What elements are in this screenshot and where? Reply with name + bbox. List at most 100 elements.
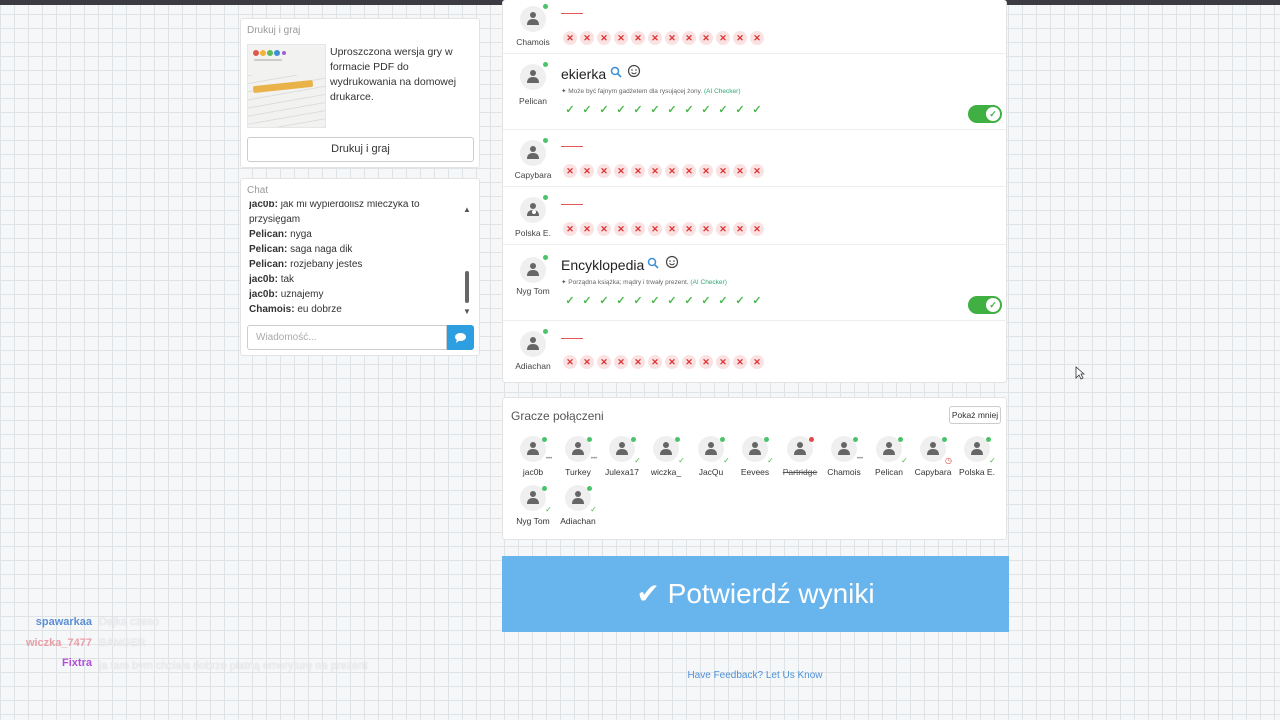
vote-marks: ✕ ✕ ✕ ✕ ✕ ✕ ✕ ✕ ✕ ✕ ✕ ✕ bbox=[563, 31, 764, 45]
answer-row: Nyg Tom Encyklopedia ✦ Porządna książka;… bbox=[503, 245, 1008, 321]
user-icon bbox=[838, 442, 850, 455]
ai-note: ✦ Porządna książka; mądry i trwały preze… bbox=[561, 279, 727, 286]
accept-toggle[interactable]: ✓ bbox=[968, 296, 1002, 314]
connected-player: Pelican ✓ bbox=[869, 436, 909, 486]
empty-answer-line bbox=[561, 146, 583, 147]
confirm-results-button[interactable]: ✔ Potwierdź wyniki bbox=[502, 556, 1009, 632]
avatar bbox=[520, 257, 546, 283]
status-dot bbox=[986, 437, 991, 442]
stream-chat-user: spawarkaa bbox=[35, 616, 92, 628]
answer-row: Pelican ekierka ✦ Może być fajnym gadżet… bbox=[503, 54, 1008, 130]
connected-player: wiczka_ ✓ bbox=[646, 436, 686, 486]
vote-marks: ✓ ✓ ✓ ✓ ✓ ✓ ✓ ✓ ✓ ✓ ✓ ✓ bbox=[565, 104, 762, 116]
answers-panel: Chamois ✕ ✕ ✕ ✕ ✕ ✕ ✕ ✕ ✕ ✕ ✕ ✕ Pelican ekierka ✦ M… bbox=[502, 0, 1008, 383]
stream-chat-user: Fixtra bbox=[62, 657, 92, 669]
print-and-play-button[interactable]: Drukuj i graj bbox=[247, 137, 474, 162]
chat-message: jac0b: jak mi wypierdolisz mleczyka to p… bbox=[249, 201, 420, 225]
status-dot bbox=[587, 486, 592, 491]
checkmark-icon: ✔ bbox=[636, 578, 660, 609]
vote-marks: ✕ ✕ ✕ ✕ ✕ ✕ ✕ ✕ ✕ ✕ ✕ ✕ bbox=[563, 222, 764, 236]
connected-player: Eevees ✓ bbox=[735, 436, 775, 486]
scrollbar-thumb[interactable] bbox=[465, 271, 469, 303]
answer-row: Adiachan ✕ ✕ ✕ ✕ ✕ ✕ ✕ ✕ ✕ ✕ ✕ ✕ bbox=[503, 321, 1008, 381]
scroll-down-icon[interactable]: ▼ bbox=[463, 307, 471, 316]
avatar bbox=[520, 6, 546, 32]
check-icon: ✓ bbox=[901, 456, 908, 465]
user-icon bbox=[527, 337, 539, 350]
online-dot bbox=[543, 138, 548, 143]
user-icon bbox=[527, 491, 539, 504]
chat-message-input[interactable]: Wiadomość... bbox=[247, 325, 447, 350]
player-name: Nyg Tom bbox=[516, 286, 550, 296]
stream-chat-text: ja tam bym chciała dobrze płatną emerytu… bbox=[99, 660, 368, 672]
status-dot bbox=[764, 437, 769, 442]
typing-icon: ••• bbox=[856, 456, 864, 462]
answer-word: Encyklopedia bbox=[561, 257, 645, 273]
connected-player-name: Adiachan bbox=[560, 516, 596, 526]
connected-player-name: Polska E. bbox=[959, 467, 995, 477]
online-dot bbox=[543, 329, 548, 334]
vote-marks: ✓ ✓ ✓ ✓ ✓ ✓ ✓ ✓ ✓ ✓ ✓ ✓ bbox=[565, 295, 762, 307]
status-dot bbox=[898, 437, 903, 442]
avatar bbox=[520, 197, 546, 223]
chat-message: jac0b: tak bbox=[249, 274, 295, 285]
answer-row: Capybara ✕ ✕ ✕ ✕ ✕ ✕ ✕ ✕ ✕ ✕ ✕ ✕ bbox=[503, 130, 1008, 187]
chat-scrollbar[interactable]: ▲ ▼ bbox=[463, 201, 471, 319]
vote-marks: ✕ ✕ ✕ ✕ ✕ ✕ ✕ ✕ ✕ ✕ ✕ ✕ bbox=[563, 355, 764, 369]
player-name: Polska E. bbox=[515, 228, 551, 238]
user-icon bbox=[660, 442, 672, 455]
chat-message: jac0b: uznajemy bbox=[249, 289, 324, 300]
connected-player: jac0b ••• bbox=[513, 436, 553, 486]
user-icon bbox=[794, 442, 806, 455]
user-icon bbox=[927, 442, 939, 455]
chat-panel: Chat jac0b: jak mi wypierdolisz mleczyka… bbox=[240, 178, 480, 356]
check-icon: ✓ bbox=[634, 456, 641, 465]
answer-row: Polska E. ✕ ✕ ✕ ✕ ✕ ✕ ✕ ✕ ✕ ✕ ✕ ✕ bbox=[503, 187, 1008, 245]
check-icon: ✓ bbox=[767, 456, 774, 465]
user-icon bbox=[527, 263, 539, 276]
stream-chat-user: wiczka_7477 bbox=[25, 637, 92, 649]
chat-message: Pelican: rozjebany jestes bbox=[249, 259, 363, 270]
empty-answer-line bbox=[561, 13, 583, 14]
chat-message: Pelican: saga naga dik bbox=[249, 244, 353, 255]
smiley-icon[interactable] bbox=[665, 255, 679, 269]
status-dot bbox=[720, 437, 725, 442]
send-message-button[interactable] bbox=[447, 325, 474, 350]
scroll-up-icon[interactable]: ▲ bbox=[463, 205, 471, 214]
search-icon[interactable] bbox=[610, 66, 622, 78]
players-connected-title: Gracze połączeni bbox=[511, 409, 604, 423]
user-icon bbox=[572, 491, 584, 504]
typing-icon: ••• bbox=[545, 456, 553, 462]
search-icon[interactable] bbox=[647, 257, 659, 269]
show-less-button[interactable]: Pokaż mniej bbox=[949, 406, 1001, 424]
user-icon bbox=[971, 442, 983, 455]
answer-word: ekierka bbox=[561, 66, 607, 82]
player-name: Capybara bbox=[514, 170, 552, 180]
user-icon bbox=[527, 12, 539, 25]
avatar bbox=[520, 140, 546, 166]
feedback-link[interactable]: Have Feedback? Let Us Know bbox=[660, 670, 850, 681]
accept-toggle[interactable]: ✓ bbox=[968, 105, 1002, 123]
player-name: Chamois bbox=[516, 37, 550, 47]
chat-title: Chat bbox=[247, 185, 269, 196]
check-icon: ✓ bbox=[989, 456, 996, 465]
online-dot bbox=[543, 195, 548, 200]
stream-chat-text: Dejka czeso bbox=[99, 616, 159, 628]
player-name: Pelican bbox=[519, 96, 547, 106]
connected-player: Adiachan ✓ bbox=[558, 485, 598, 535]
empty-answer-line bbox=[561, 338, 583, 339]
connected-player: Nyg Tom ✓ bbox=[513, 485, 553, 535]
clock-icon: ◷ bbox=[945, 456, 952, 465]
print-panel-title: Drukuj i graj bbox=[247, 25, 301, 36]
status-dot bbox=[542, 437, 547, 442]
avatar bbox=[520, 331, 546, 357]
chat-message: Chamois: eu dobrze bbox=[249, 304, 342, 315]
connected-player: JacQu ✓ bbox=[691, 436, 731, 486]
check-icon: ✓ bbox=[545, 505, 552, 514]
connected-player: Chamois ••• bbox=[824, 436, 864, 486]
player-name: Adiachan bbox=[515, 361, 551, 371]
check-icon: ✓ bbox=[590, 505, 597, 514]
smiley-icon[interactable] bbox=[627, 64, 641, 78]
answer-row: Chamois ✕ ✕ ✕ ✕ ✕ ✕ ✕ ✕ ✕ ✕ ✕ ✕ bbox=[503, 0, 1008, 54]
vote-marks: ✕ ✕ ✕ ✕ ✕ ✕ ✕ ✕ ✕ ✕ ✕ ✕ bbox=[563, 164, 764, 178]
